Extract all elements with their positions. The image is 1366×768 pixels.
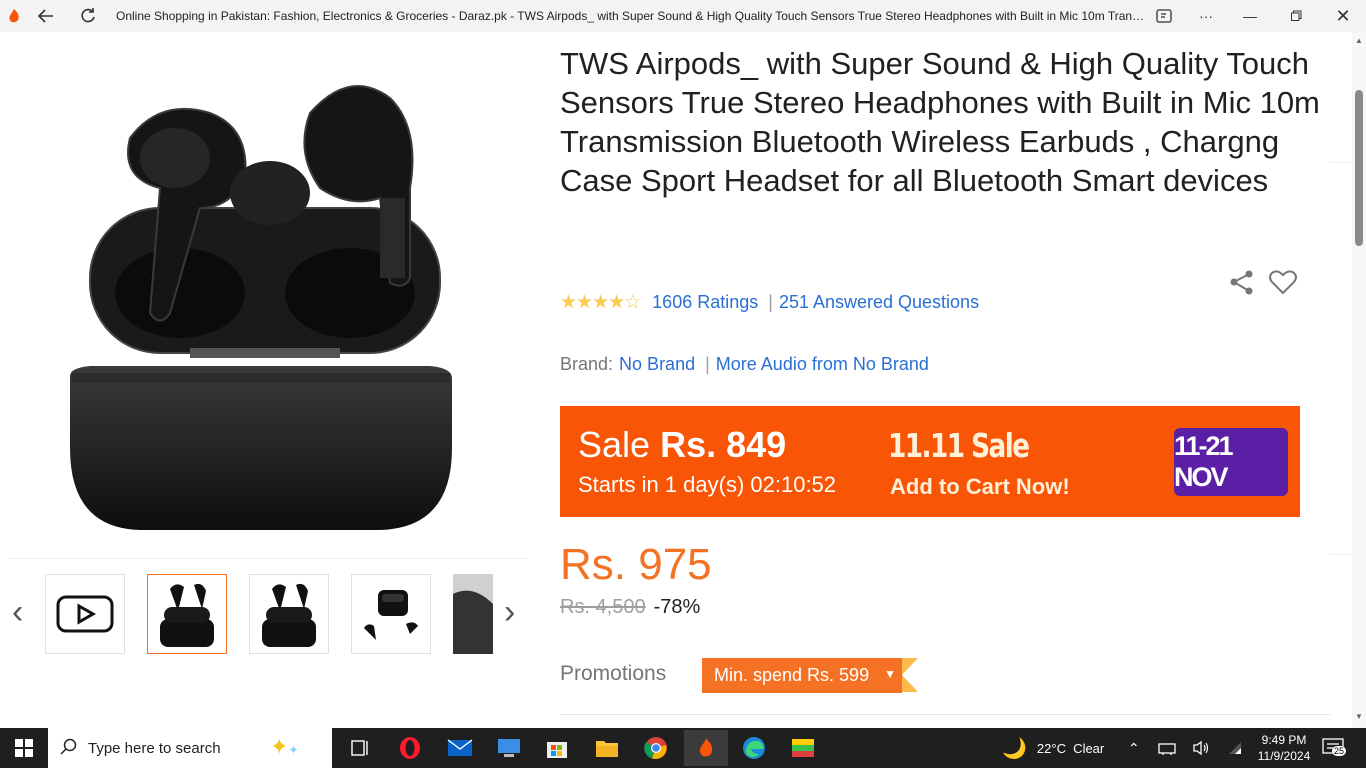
search-icon <box>60 738 78 760</box>
separator: | <box>705 354 710 374</box>
scroll-down-icon[interactable]: ▼ <box>1355 712 1363 721</box>
ratings-row: ★★★★☆ 1606 Ratings | 251 Answered Questi… <box>560 291 979 314</box>
volume-icon[interactable] <box>1192 728 1210 768</box>
scroll-up-icon[interactable]: ▲ <box>1355 36 1363 45</box>
maximize-button[interactable] <box>1273 0 1319 32</box>
reader-mode-icon[interactable] <box>1141 0 1187 32</box>
gallery-divider <box>8 558 528 559</box>
flash-sale-banner[interactable]: Sale Rs. 849 Starts in 1 day(s) 02:10:52… <box>560 406 1300 517</box>
opera-icon[interactable] <box>390 732 430 764</box>
brand-label: Brand: <box>560 354 614 374</box>
more-from-brand-link[interactable]: More Audio from No Brand <box>716 354 929 375</box>
section-divider <box>560 714 1330 715</box>
thumbnail-video[interactable] <box>45 574 125 654</box>
gallery-prev-arrow-icon[interactable]: ‹ <box>12 592 23 632</box>
taskbar-search-box[interactable]: Type here to search ✦✦ <box>48 728 332 768</box>
notification-center[interactable]: 25 <box>1322 728 1347 768</box>
product-title: TWS Airpods_ with Super Sound & High Qua… <box>560 46 1320 198</box>
remote-desktop-icon[interactable] <box>489 732 529 764</box>
browser-titlebar: Online Shopping in Pakistan: Fashion, El… <box>0 0 1366 32</box>
notification-count: 25 <box>1332 746 1347 756</box>
sparkle-icon: ✦✦ <box>270 734 299 759</box>
thumbnail-3[interactable] <box>351 574 431 654</box>
mail-icon[interactable] <box>440 732 480 764</box>
scrollbar-thumb[interactable] <box>1355 90 1363 246</box>
daraz-favicon-icon <box>0 0 28 32</box>
file-explorer-icon[interactable] <box>587 732 627 764</box>
section-divider <box>1330 162 1352 163</box>
sale-price-value: Rs. 849 <box>660 424 787 465</box>
edge-icon[interactable] <box>734 732 774 764</box>
discount-percent: -78% <box>653 596 701 618</box>
old-price-row: Rs. 4,500 -78% <box>560 596 700 619</box>
sale-price: Sale Rs. 849 <box>578 424 786 466</box>
show-hidden-icons[interactable]: ⌃ <box>1128 728 1140 768</box>
wifi-icon[interactable] <box>1228 728 1242 768</box>
rating-stars-icon: ★★★★☆ <box>560 292 641 313</box>
daraz-app-icon[interactable] <box>684 730 728 766</box>
microsoft-store-icon[interactable] <box>537 732 577 764</box>
search-placeholder: Type here to search <box>88 739 221 757</box>
windows-taskbar: Type here to search ✦✦ 🌙 22°C Clear ⌃ 9:… <box>0 728 1366 768</box>
thumbnail-1[interactable] <box>147 574 227 654</box>
separator: | <box>768 292 773 312</box>
clock-time: 9:49 PM <box>1261 733 1307 747</box>
current-price: Rs. 975 <box>560 540 712 589</box>
clock[interactable]: 9:49 PM 11/9/2024 <box>1252 728 1316 768</box>
sale-dates-badge: 11-21 NOV <box>1174 428 1288 496</box>
moon-icon: 🌙 <box>1002 737 1027 760</box>
thumbnail-4[interactable] <box>453 574 493 654</box>
network-icon[interactable] <box>1158 728 1176 768</box>
windows-start-icon[interactable] <box>4 732 44 764</box>
minimize-button[interactable]: — <box>1227 0 1273 32</box>
bluestacks-icon[interactable] <box>783 732 823 764</box>
gallery-next-arrow-icon[interactable]: › <box>504 592 515 632</box>
product-page: ‹ › TWS Airpods_ with Super Sound & High… <box>0 32 1352 728</box>
reload-icon[interactable] <box>78 6 100 26</box>
section-divider <box>1330 554 1352 555</box>
clock-date: 11/9/2024 <box>1257 749 1311 763</box>
brand-link[interactable]: No Brand <box>619 354 695 375</box>
sale-word: Sale <box>578 424 651 465</box>
thumbnail-2[interactable] <box>249 574 329 654</box>
sale-cta: Add to Cart Now! <box>890 474 1070 499</box>
promotion-text: Min. spend Rs. 599 <box>714 665 870 685</box>
close-button[interactable]: ✕ <box>1320 0 1366 32</box>
ratings-link[interactable]: 1606 Ratings <box>652 292 758 313</box>
sale-countdown: Starts in 1 day(s) 02:10:52 <box>578 472 837 497</box>
sale-event-title: 11.11 Sale <box>888 426 1030 465</box>
weather-widget[interactable]: 🌙 22°C Clear <box>1002 728 1104 768</box>
chrome-icon[interactable] <box>636 732 676 764</box>
play-video-icon <box>56 595 114 633</box>
promotions-label: Promotions <box>560 662 667 685</box>
more-options-icon[interactable]: ··· <box>1183 0 1229 32</box>
share-wishlist-group <box>1228 268 1298 301</box>
promotion-tag[interactable]: Min. spend Rs. 599 ▼ <box>702 658 918 693</box>
page-scrollbar[interactable]: ▲ ▼ <box>1352 32 1366 728</box>
share-icon[interactable] <box>1228 268 1256 301</box>
task-view-icon[interactable] <box>340 732 380 764</box>
original-price: Rs. 4,500 <box>560 596 646 618</box>
page-title: Online Shopping in Pakistan: Fashion, El… <box>116 9 1146 23</box>
dropdown-caret-icon: ▼ <box>884 667 896 681</box>
brand-row: Brand: No Brand | More Audio from No Bra… <box>560 354 929 375</box>
heart-icon[interactable] <box>1268 268 1298 301</box>
weather-text: 22°C Clear <box>1036 740 1105 756</box>
notification-icon: 25 <box>1322 738 1347 758</box>
back-arrow-icon[interactable] <box>36 6 58 26</box>
product-main-image[interactable] <box>60 58 460 538</box>
answered-questions-link[interactable]: 251 Answered Questions <box>779 292 979 313</box>
